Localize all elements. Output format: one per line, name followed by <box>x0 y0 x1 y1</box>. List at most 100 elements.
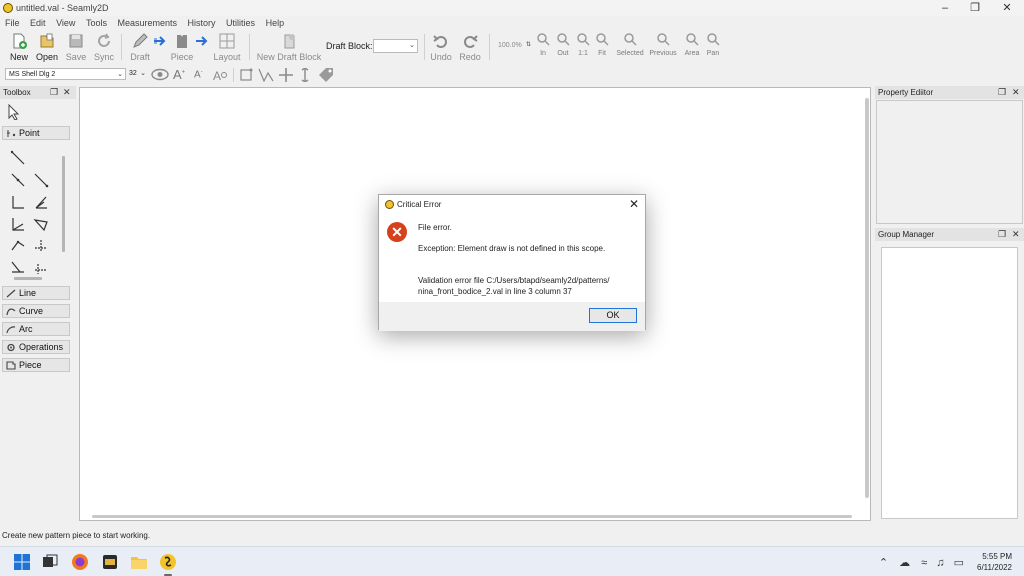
curve-toggle-icon[interactable] <box>258 68 274 82</box>
wifi-icon[interactable]: ≈ <box>921 557 927 569</box>
redo-button[interactable]: Redo <box>458 32 482 62</box>
point-at-distance-icon[interactable] <box>10 150 26 166</box>
zoom-previous-button[interactable]: Previous <box>648 32 678 62</box>
dialog-body: ✕ File error. Exception: Element draw is… <box>379 214 645 302</box>
toolbox-group-line[interactable]: Line <box>2 286 70 300</box>
svg-text:A: A <box>213 69 221 82</box>
seamly2d-taskbar-icon[interactable] <box>159 553 177 571</box>
point-name-toggle-icon[interactable] <box>239 68 253 82</box>
task-view-icon[interactable] <box>41 553 59 571</box>
group-manager-list[interactable] <box>881 247 1018 519</box>
pan-icon <box>707 33 720 46</box>
dialog-close-icon[interactable]: ✕ <box>629 197 639 211</box>
zoom-selected-button[interactable]: Selected <box>614 32 646 62</box>
menu-measurements[interactable]: Measurements <box>113 16 181 30</box>
float-dock-icon[interactable]: ❐ <box>50 87 58 98</box>
layout-mode-button[interactable]: Layout <box>213 32 241 62</box>
toolbox-group-curve[interactable]: Curve <box>2 304 70 318</box>
toolbox-group-point[interactable]: Point <box>2 126 70 140</box>
bisector-icon[interactable] <box>33 194 49 210</box>
dialog-title: Critical Error <box>397 200 442 209</box>
new-draft-block-button[interactable]: New Draft Block <box>256 32 322 62</box>
eye-icon[interactable] <box>151 68 169 81</box>
draft-block-select[interactable]: ⌄ <box>373 39 418 53</box>
chevron-up-icon[interactable]: ⌃ <box>879 557 888 569</box>
line-intersect-axis-icon[interactable] <box>33 260 49 276</box>
vertical-measure-icon[interactable] <box>299 68 311 82</box>
crosshair-icon[interactable] <box>279 68 293 82</box>
media-app-icon[interactable] <box>101 553 119 571</box>
zoom-area-button[interactable]: Area <box>683 32 701 62</box>
draft-mode-button[interactable]: Draft <box>128 32 152 62</box>
minimize-button[interactable]: – <box>930 1 960 15</box>
label-tag-icon[interactable] <box>318 67 334 82</box>
menu-help[interactable]: Help <box>262 16 289 30</box>
app-window: untitled.val - Seamly2D – ❐ ✕ File Edit … <box>0 0 1024 546</box>
canvas-horizontal-scrollbar[interactable] <box>92 515 852 518</box>
menu-view[interactable]: View <box>52 16 79 30</box>
height-point-icon[interactable] <box>10 260 26 276</box>
point-group-icon <box>7 130 16 137</box>
toolbox-hscrollbar[interactable] <box>14 277 42 280</box>
taskbar-clock[interactable]: 5:55 PM 6/11/2022 <box>977 551 1012 573</box>
new-button[interactable]: New <box>8 32 30 62</box>
menu-file[interactable]: File <box>0 16 24 30</box>
triangle-point-icon[interactable] <box>33 216 49 232</box>
intersect-xy-icon[interactable] <box>33 238 49 254</box>
font-family-select[interactable]: MS Shell Dlg 2 ⌄ <box>5 68 126 80</box>
toolbox-group-piece[interactable]: Piece <box>2 358 70 372</box>
toolbox-group-arc[interactable]: Arc <box>2 322 70 336</box>
piece-mode-button[interactable]: Piece <box>170 32 194 62</box>
canvas-vertical-scrollbar[interactable] <box>865 98 869 498</box>
font-size-select[interactable]: 32 ⌄ <box>126 68 148 80</box>
font-color-icon[interactable]: A <box>212 68 227 82</box>
toolbar-separator <box>489 34 490 60</box>
along-line-icon[interactable] <box>10 172 26 188</box>
file-explorer-icon[interactable] <box>130 553 148 571</box>
close-dock-icon[interactable]: ✕ <box>1012 87 1020 98</box>
close-dock-icon[interactable]: ✕ <box>63 87 71 98</box>
zoom-out-button[interactable]: Out <box>555 32 571 62</box>
arc-group-icon <box>6 326 16 334</box>
menu-edit[interactable]: Edit <box>26 16 50 30</box>
ok-button[interactable]: OK <box>589 308 637 323</box>
float-dock-icon[interactable]: ❐ <box>998 87 1006 98</box>
normal-point-icon[interactable] <box>10 238 26 254</box>
undo-button[interactable]: Undo <box>429 32 453 62</box>
volume-icon[interactable]: ♫ <box>936 557 944 569</box>
zoom-previous-icon <box>657 33 670 46</box>
title-bar: untitled.val - Seamly2D – ❐ ✕ <box>0 0 1024 16</box>
close-window-button[interactable]: ✕ <box>992 1 1022 15</box>
restore-button[interactable]: ❐ <box>960 1 990 15</box>
toolbox-group-operations[interactable]: Operations <box>2 340 70 354</box>
zoom-level-spinbox[interactable]: 100.0% ⇅ <box>495 40 533 52</box>
menu-history[interactable]: History <box>184 16 220 30</box>
sync-button[interactable]: Sync <box>93 32 115 62</box>
menu-utilities[interactable]: Utilities <box>222 16 259 30</box>
group-manager-header: Group Manager ❐ ✕ <box>875 228 1024 241</box>
point-on-line-icon[interactable] <box>33 172 49 188</box>
close-dock-icon[interactable]: ✕ <box>1012 229 1020 240</box>
pointer-arrow-icon[interactable] <box>8 104 20 120</box>
toolbar-separator <box>249 34 250 60</box>
cloud-icon[interactable]: ☁ <box>899 557 910 569</box>
decrease-font-icon[interactable]: A- <box>194 69 203 80</box>
open-button[interactable]: Open <box>35 32 59 62</box>
toolbox-dock: Toolbox ❐ ✕ Point Line Curve Arc Operati… <box>0 86 76 520</box>
zoom-1-1-button[interactable]: 1:1 <box>575 32 591 62</box>
zoom-fit-button[interactable]: Fit <box>594 32 610 62</box>
perpendicular-icon[interactable] <box>10 194 26 210</box>
increase-font-icon[interactable]: A+ <box>173 67 185 82</box>
shoulder-point-icon[interactable] <box>10 216 26 232</box>
battery-icon[interactable]: ▭ <box>954 557 964 569</box>
save-button[interactable]: Save <box>65 32 87 62</box>
toolbox-scrollbar[interactable] <box>62 156 65 252</box>
firefox-icon[interactable] <box>71 553 89 571</box>
operations-gear-icon <box>7 343 15 352</box>
float-dock-icon[interactable]: ❐ <box>998 229 1006 240</box>
windows-start-icon[interactable] <box>13 553 31 571</box>
pan-button[interactable]: Pan <box>704 32 722 62</box>
menu-tools[interactable]: Tools <box>82 16 111 30</box>
zoom-in-button[interactable]: In <box>535 32 551 62</box>
property-editor-header: Property Ediitor ❐ ✕ <box>875 86 1024 99</box>
